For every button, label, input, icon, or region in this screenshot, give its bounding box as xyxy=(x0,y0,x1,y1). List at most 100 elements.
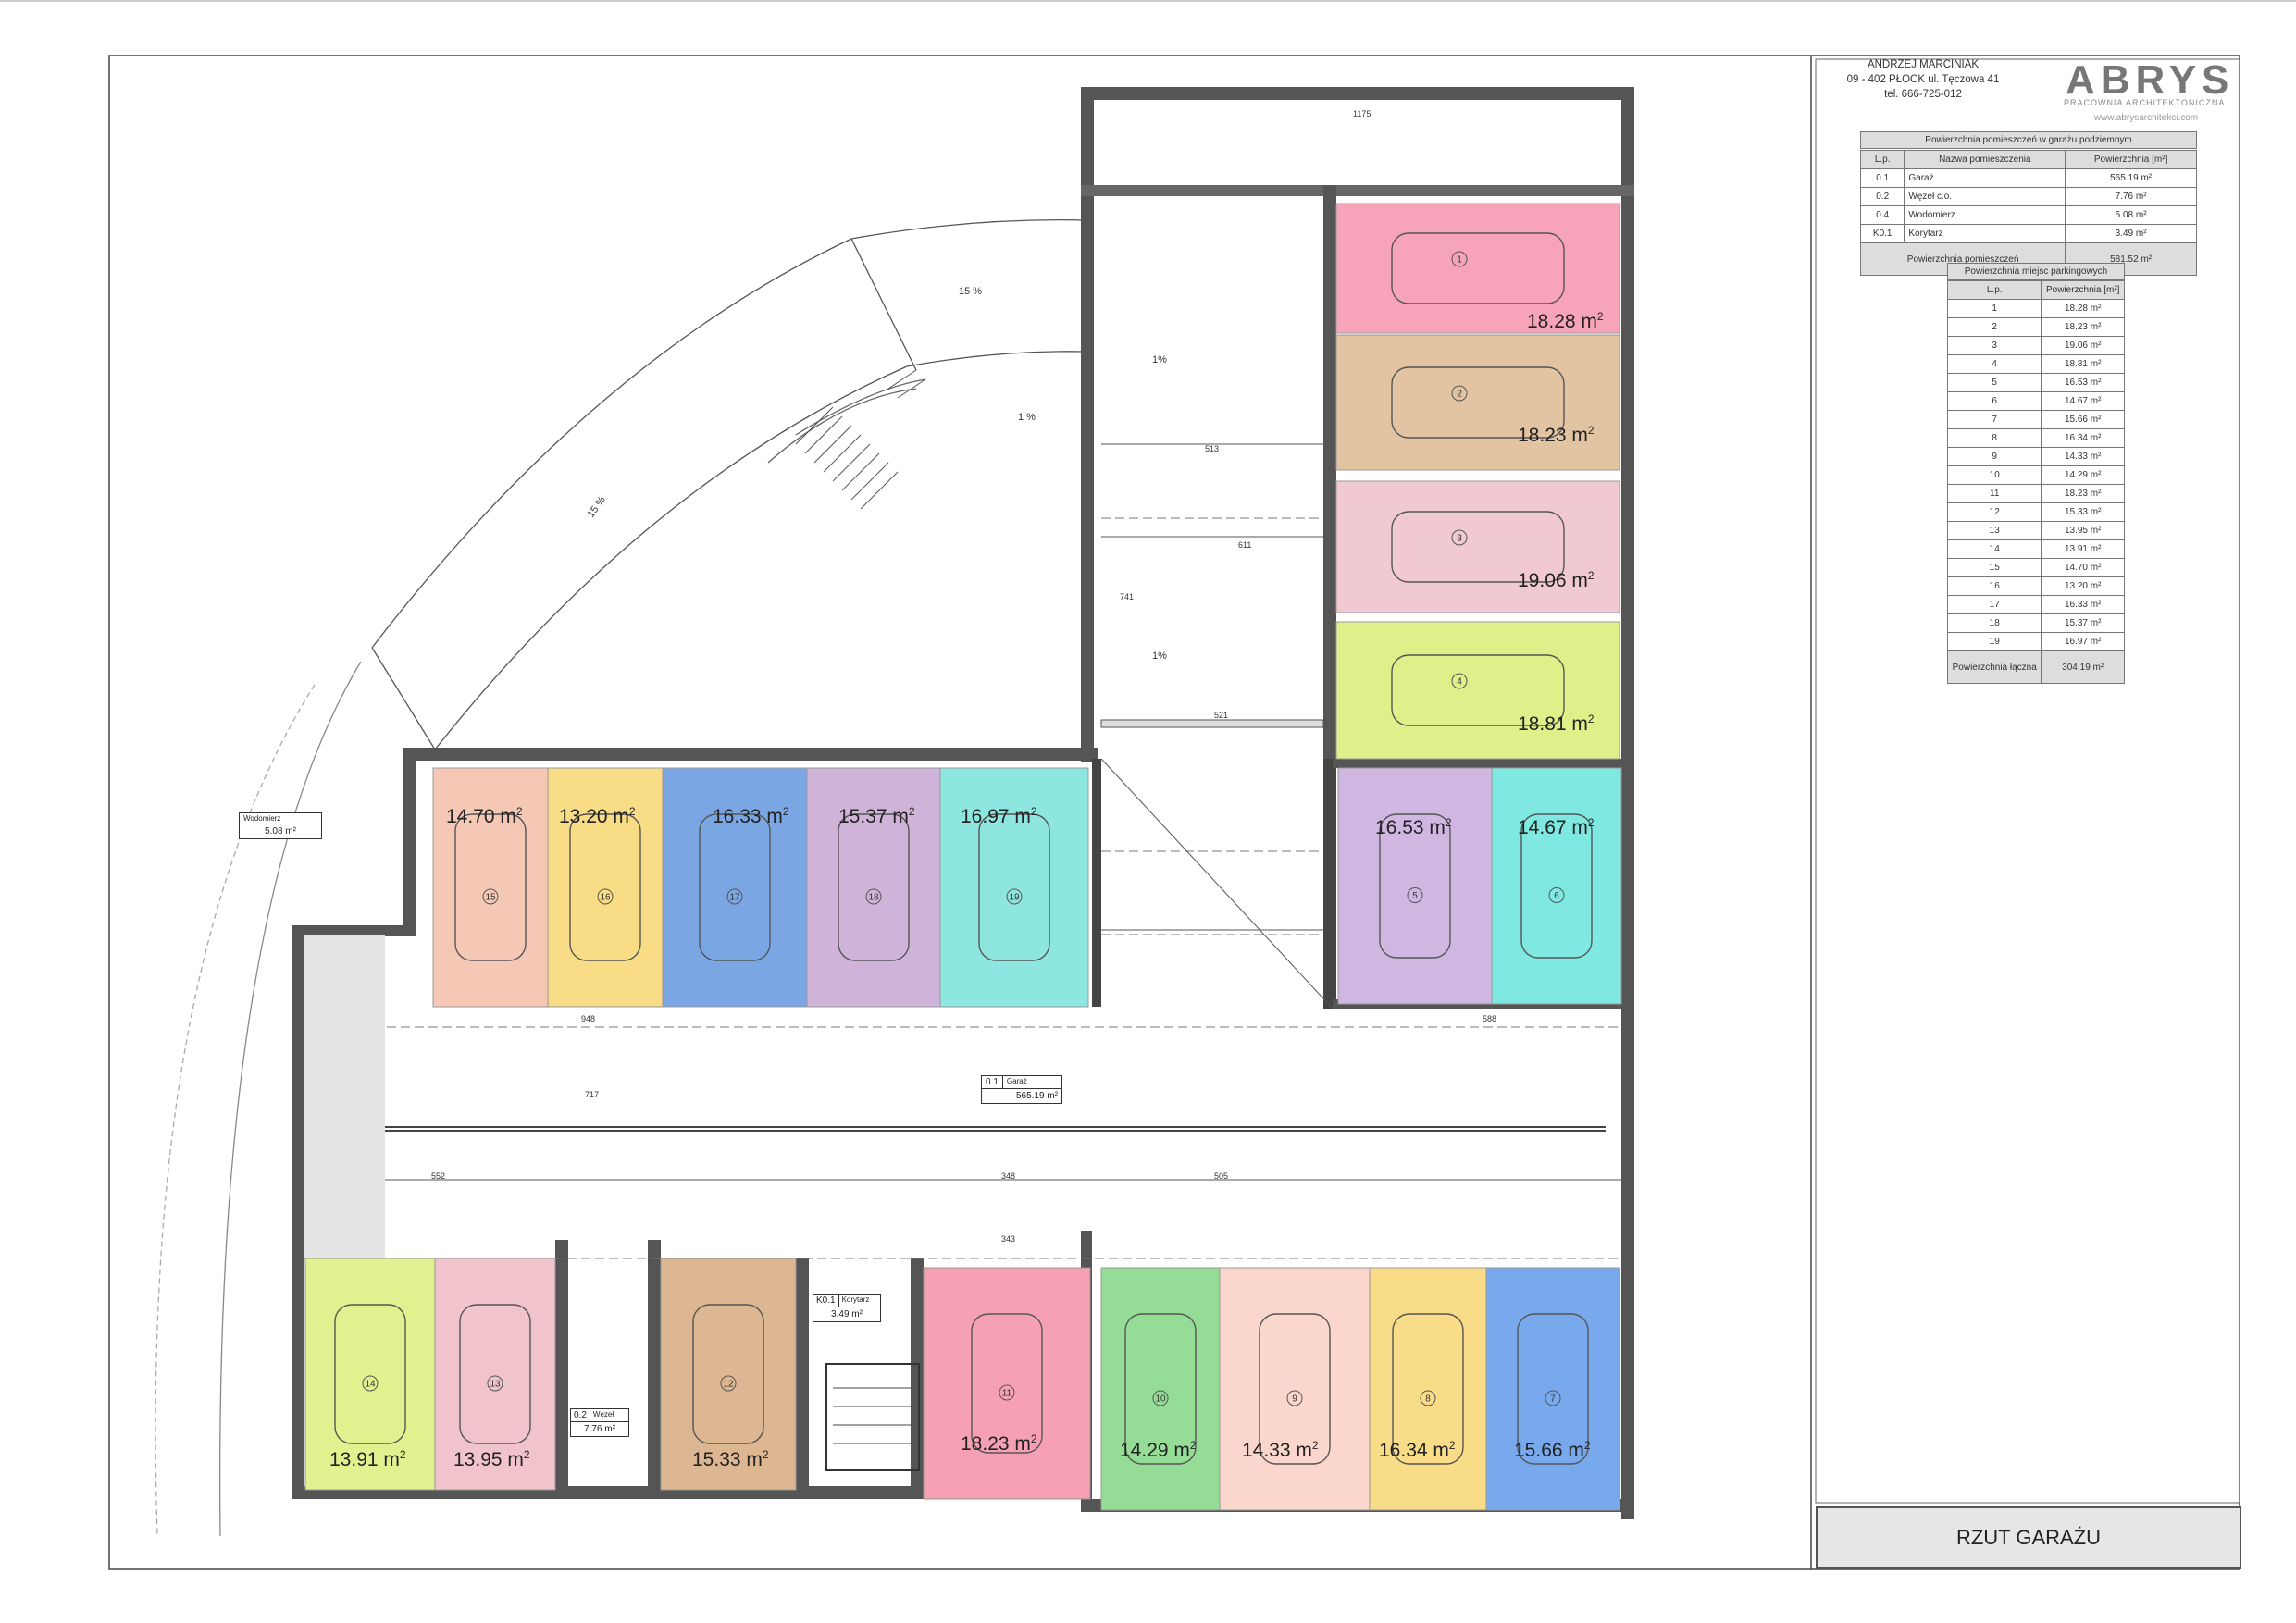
dimension-label: 513 xyxy=(1205,444,1219,453)
author-phone: tel. 666-725-012 xyxy=(1884,89,1962,100)
dimension-label: 505 xyxy=(1214,1171,1228,1181)
table-row: 11 18.23 m² xyxy=(1946,484,2125,503)
spot-number: 5 xyxy=(1412,891,1418,901)
table-cell: 15.37 m² xyxy=(2041,613,2125,633)
garage-no: 0.1 xyxy=(982,1076,1003,1088)
parking-spot-18 xyxy=(806,767,941,1008)
table-row: 16 13.20 m² xyxy=(1946,576,2125,596)
parking-spot-4 xyxy=(1335,621,1620,760)
table-cell: 0.2 xyxy=(1859,187,1905,206)
spot-area-label: 18.23 m2 xyxy=(1518,424,1595,446)
logo-text: ABRYS xyxy=(2066,57,2235,103)
table-row: 0.2 Węzeł c.o. 7.76 m² xyxy=(1859,187,2197,206)
spot-area-label: 16.33 m2 xyxy=(713,805,789,827)
table-cell: 18.28 m² xyxy=(2041,299,2125,318)
slope-label: 1% xyxy=(1152,650,1167,662)
corridor-area: 3.49 m² xyxy=(831,1309,863,1319)
spot-area-label: 13.91 m2 xyxy=(329,1448,406,1470)
spot-number: 6 xyxy=(1554,891,1559,901)
table-cell: Wodomierz xyxy=(1904,205,2066,225)
table-cell: 13.95 m² xyxy=(2041,521,2125,540)
table-row: 6 14.67 m² xyxy=(1946,391,2125,411)
table-row: 10 14.29 m² xyxy=(1946,465,2125,485)
table-row: 7 15.66 m² xyxy=(1946,410,2125,429)
slope-label: 1 % xyxy=(1018,412,1036,423)
table-cell: 7.76 m² xyxy=(2065,187,2197,206)
room-tag-garage: 0.1 Garaż 565.19 m² xyxy=(981,1075,1062,1104)
spot-number: 14 xyxy=(365,1380,376,1390)
parking-spot-16 xyxy=(547,767,664,1008)
dimension-label: 588 xyxy=(1483,1014,1496,1023)
dimension-label: 348 xyxy=(1001,1171,1015,1181)
table-cell: 19.06 m² xyxy=(2041,336,2125,355)
parking-spot-3 xyxy=(1335,480,1620,613)
table-row: 17 16.33 m² xyxy=(1946,595,2125,614)
table-cell: 14.29 m² xyxy=(2041,465,2125,485)
table-cell: 18.81 m² xyxy=(2041,354,2125,374)
spot-number: 7 xyxy=(1550,1394,1556,1405)
table-cell: 3 xyxy=(1946,336,2042,355)
corridor-name: Korytarz xyxy=(841,1295,870,1304)
parking-table-caption: Powierzchnia miejsc parkingowych xyxy=(1947,263,2125,280)
table-row: K0.1 Korytarz 3.49 m² xyxy=(1859,224,2197,243)
table-row: 3 19.06 m² xyxy=(1946,336,2125,355)
spot-area-label: 15.33 m2 xyxy=(692,1448,769,1470)
table-cell: 17 xyxy=(1946,595,2042,614)
table-cell: 14.70 m² xyxy=(2041,558,2125,577)
slope-label: 15 % xyxy=(959,286,982,297)
parking-spot-6 xyxy=(1491,767,1622,1005)
spot-area-label: 14.29 m2 xyxy=(1120,1439,1197,1461)
table-row: 2 18.23 m² xyxy=(1946,317,2125,337)
dimension-label: 1175 xyxy=(1353,109,1371,118)
table-cell: Węzeł c.o. xyxy=(1904,187,2066,206)
slope-label: 1% xyxy=(1152,354,1167,365)
table-cell: 1 xyxy=(1946,299,2042,318)
author-address: 09 - 402 PŁOCK ul. Tęczowa 41 xyxy=(1846,74,2000,85)
spot-area-label: 18.81 m2 xyxy=(1518,712,1595,735)
parking-spot-11 xyxy=(923,1267,1091,1500)
table-cell: K0.1 xyxy=(1859,224,1905,243)
table-row: 12 15.33 m² xyxy=(1946,502,2125,522)
spot-number: 15 xyxy=(485,893,496,903)
spot-number: 1 xyxy=(1457,255,1462,266)
dimension-label: 741 xyxy=(1120,592,1134,601)
table-cell: 9 xyxy=(1946,447,2042,466)
parking-table: L.p. Powierzchnia [m²] 1 18.28 m² 2 18.23 m² 3… xyxy=(1946,280,2125,684)
table-row: 8 16.34 m² xyxy=(1946,428,2125,448)
spot-number: 12 xyxy=(723,1380,734,1390)
table-row: 13 13.95 m² xyxy=(1946,521,2125,540)
logo-subtitle: PRACOWNIA ARCHITEKTONICZNA xyxy=(2064,98,2226,107)
table-cell: 4 xyxy=(1946,354,2042,374)
table-cell: 19 xyxy=(1946,632,2042,651)
table-cell: Garaż xyxy=(1904,168,2066,188)
table-cell: 16 xyxy=(1946,576,2042,596)
table-row: 18 15.37 m² xyxy=(1946,613,2125,633)
table-cell: 13.91 m² xyxy=(2041,539,2125,559)
rooms-table: L.p. Nazwa pomieszczenia Powierzchnia [m²]… xyxy=(1859,150,2197,276)
spot-number: 18 xyxy=(868,893,879,903)
table-cell: 14 xyxy=(1946,539,2042,559)
table-row: 15 14.70 m² xyxy=(1946,558,2125,577)
table-row: 9 14.33 m² xyxy=(1946,447,2125,466)
spot-number: 17 xyxy=(729,893,740,903)
parking-spot-15 xyxy=(432,767,549,1008)
table-row: 19 16.97 m² xyxy=(1946,632,2125,651)
table-row: 1 18.28 m² xyxy=(1946,299,2125,318)
spot-area-label: 18.23 m2 xyxy=(961,1432,1037,1455)
table-total-row: Powierzchnia łączna 304.19 m² xyxy=(1946,650,2125,684)
table-cell: 16.33 m² xyxy=(2041,595,2125,614)
spot-number: 4 xyxy=(1457,677,1462,688)
spot-area-label: 14.70 m2 xyxy=(446,805,523,827)
dimension-label: 552 xyxy=(431,1171,445,1181)
table-cell: 11 xyxy=(1946,484,2042,503)
table-cell: 7 xyxy=(1946,410,2042,429)
garage-name: Garaż xyxy=(1006,1077,1027,1085)
spot-area-label: 13.20 m2 xyxy=(559,805,636,827)
slope-label: 15 % xyxy=(586,494,608,520)
table-row: 4 18.81 m² xyxy=(1946,354,2125,374)
table-cell: Korytarz xyxy=(1904,224,2066,243)
table-cell: 15.33 m² xyxy=(2041,502,2125,522)
author-block: ANDRZEJ MARCINIAK 09 - 402 PŁOCK ul. Tęc… xyxy=(1821,57,2025,102)
sheet-title: RZUT GARAŻU xyxy=(1816,1506,2241,1569)
table-cell: 2 xyxy=(1946,317,2042,337)
